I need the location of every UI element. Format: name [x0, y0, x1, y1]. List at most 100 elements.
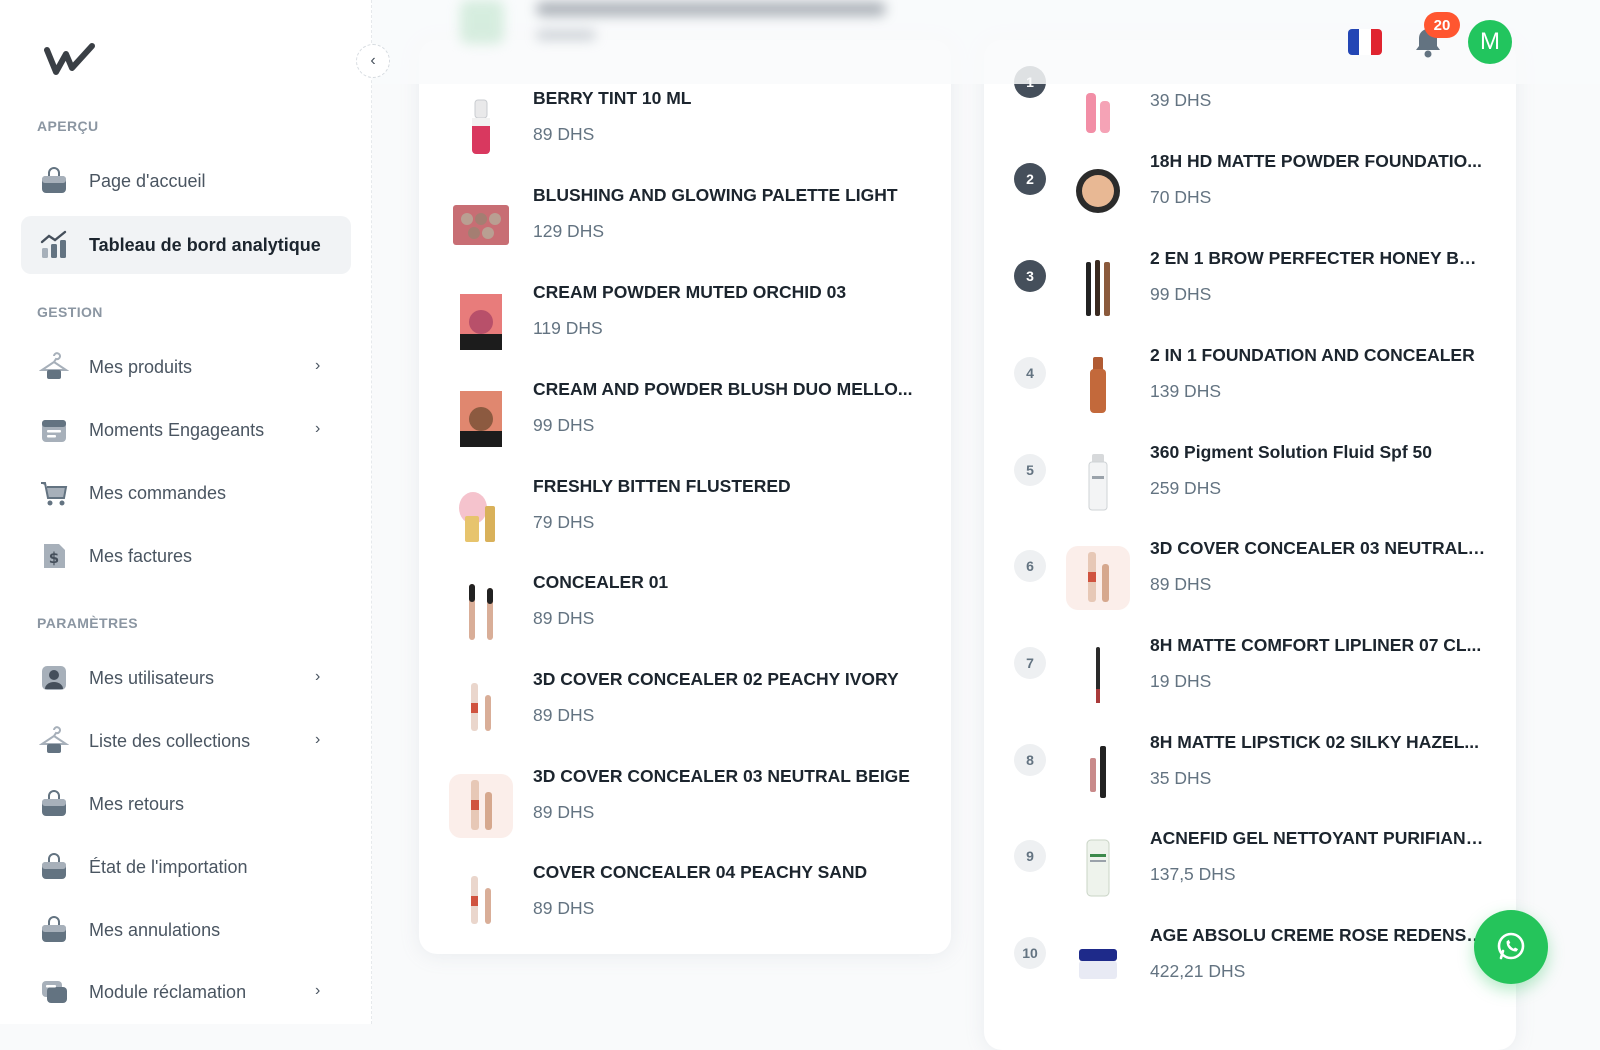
list-item[interactable]: 3D COVER CONCEALER 02 PEACHY IVORY 89 DH… — [449, 669, 919, 759]
chevron-right-icon: › — [315, 982, 321, 999]
product-price: 99 DHS — [533, 415, 595, 435]
sidebar-item-collections[interactable]: Liste des collections › — [21, 712, 351, 770]
invoice-icon: $ — [37, 539, 71, 573]
list-item[interactable]: CONCEALER 01 89 DHS — [449, 572, 919, 662]
sidebar-item-label: État de l'importation — [89, 856, 248, 877]
calendar-icon — [37, 413, 71, 447]
product-name: 18H HD MATTE POWDER FOUNDATIO... — [1150, 151, 1482, 171]
product-price: 139 DHS — [1150, 381, 1222, 401]
rank-badge: 2 — [1014, 163, 1046, 195]
product-thumbnail — [1066, 353, 1130, 417]
notification-count-badge: 20 — [1424, 12, 1460, 38]
product-price: 89 DHS — [533, 124, 595, 144]
section-title-parametres: PARAMÈTRES — [37, 615, 138, 631]
sidebar-item-label: Module réclamation — [89, 981, 247, 1002]
product-name: CREAM AND POWDER BLUSH DUO MELLO... — [533, 379, 913, 399]
list-item[interactable]: 2 IN 1 FOUNDATION AND CONCEALER 139 DHS — [1066, 345, 1486, 435]
rank-badge: 7 — [1014, 647, 1046, 679]
list-item[interactable]: 8H MATTE COMFORT LIPLINER 07 CL... 19 DH… — [1066, 635, 1486, 725]
product-price: 89 DHS — [533, 898, 595, 918]
sidebar-item-returns[interactable]: Mes retours — [21, 775, 351, 833]
sidebar-item-cancellations[interactable]: Mes annulations — [21, 901, 351, 959]
product-price: 19 DHS — [1150, 671, 1212, 691]
chevron-right-icon: › — [315, 357, 321, 374]
list-item[interactable]: ACNEFID GEL NETTOYANT PURIFIANT... 137,5… — [1066, 828, 1486, 918]
product-price: 70 DHS — [1150, 187, 1212, 207]
product-thumbnail — [449, 484, 513, 548]
product-thumbnail — [449, 96, 513, 160]
list-item[interactable]: AGE ABSOLU CREME ROSE REDENSIF... 422,21… — [1066, 925, 1486, 1015]
product-price: 89 DHS — [533, 608, 595, 628]
sidebar-item-import-status[interactable]: État de l'importation — [21, 838, 351, 896]
sidebar-item-label: Mes produits — [89, 356, 193, 377]
list-item[interactable]: BLUSHING AND GLOWING PALETTE LIGHT 129 D… — [449, 185, 919, 275]
sidebar: APERÇU Page d'accueil Tableau de bord an… — [0, 0, 372, 1024]
rank-badge: 9 — [1014, 840, 1046, 872]
rank-badge: 3 — [1014, 260, 1046, 292]
list-item[interactable]: 3D COVER CONCEALER 03 NEUTRAL ... 89 DHS — [1066, 538, 1486, 628]
list-item[interactable]: CREAM POWDER MUTED ORCHID 03 119 DHS — [449, 282, 919, 372]
product-price: 89 DHS — [533, 802, 595, 822]
product-thumbnail — [449, 677, 513, 741]
list-item[interactable]: 3D COVER CONCEALER 03 NEUTRAL BEIGE 89 D… — [449, 766, 919, 856]
product-thumbnail — [1066, 643, 1130, 707]
product-price: 89 DHS — [533, 705, 595, 725]
product-thumbnail — [449, 580, 513, 644]
product-price: 79 DHS — [533, 512, 595, 532]
product-name: 8H MATTE COMFORT LIPLINER 07 CL... — [1150, 635, 1482, 655]
list-item[interactable]: BERRY TINT 10 ML 89 DHS — [449, 88, 919, 178]
brand-logo-icon[interactable] — [44, 38, 96, 78]
sidebar-item-users[interactable]: Mes utilisateurs › — [21, 649, 351, 707]
sidebar-item-label: Tableau de bord analytique — [89, 234, 321, 255]
product-price: 422,21 DHS — [1150, 961, 1246, 981]
whatsapp-chat-button[interactable] — [1474, 910, 1548, 984]
section-title-gestion: GESTION — [37, 304, 103, 320]
sidebar-item-home[interactable]: Page d'accueil — [21, 152, 351, 210]
list-item[interactable]: 360 Pigment Solution Fluid Spf 50 259 DH… — [1066, 442, 1486, 532]
sidebar-item-invoices[interactable]: $ Mes factures — [21, 527, 351, 585]
sidebar-item-label: Mes utilisateurs — [89, 667, 215, 688]
product-thumbnail — [449, 774, 513, 838]
rank-badge: 4 — [1014, 357, 1046, 389]
svg-text:$: $ — [49, 549, 59, 567]
product-thumbnail — [1066, 159, 1130, 223]
sidebar-item-engaging-moments[interactable]: Moments Engageants › — [21, 401, 351, 459]
product-price: 35 DHS — [1150, 768, 1212, 788]
user-icon — [37, 661, 71, 695]
collapse-sidebar-button[interactable]: ‹ — [356, 44, 390, 78]
sidebar-item-analytics[interactable]: Tableau de bord analytique — [21, 216, 351, 274]
product-thumbnail — [449, 193, 513, 257]
chevron-right-icon: › — [315, 420, 321, 437]
sidebar-item-label: Page d'accueil — [89, 170, 206, 191]
sidebar-item-label: Mes commandes — [89, 482, 227, 503]
sidebar-item-orders[interactable]: Mes commandes — [21, 464, 351, 522]
sidebar-item-products[interactable]: Mes produits › — [21, 338, 351, 396]
list-item[interactable]: 8H MATTE LIPSTICK 02 SILKY HAZEL... 35 D… — [1066, 732, 1486, 822]
product-price: 89 DHS — [1150, 574, 1212, 594]
product-name: 3D COVER CONCEALER 02 PEACHY IVORY — [533, 669, 899, 689]
product-price: 119 DHS — [533, 318, 603, 338]
product-thumbnail — [1066, 80, 1130, 144]
avatar[interactable]: M — [1468, 20, 1512, 64]
scrolled-content-blur — [460, 0, 900, 50]
product-thumbnail — [1066, 933, 1130, 997]
bag-icon — [37, 787, 71, 821]
rank-badge: 8 — [1014, 744, 1046, 776]
product-name: 8H MATTE LIPSTICK 02 SILKY HAZEL... — [1150, 732, 1479, 752]
product-name: CONCEALER 01 — [533, 572, 669, 592]
chat-icon — [37, 975, 71, 1009]
list-item[interactable]: FRESHLY BITTEN FLUSTERED 79 DHS — [449, 476, 919, 566]
product-thumbnail — [1066, 836, 1130, 900]
sidebar-item-complaints[interactable]: Module réclamation › — [21, 963, 351, 1021]
list-item[interactable]: 2 EN 1 BROW PERFECTER HONEY BRO... 99 DH… — [1066, 248, 1486, 338]
list-item[interactable]: COVER CONCEALER 04 PEACHY SAND 89 DHS — [449, 862, 919, 952]
france-flag-icon[interactable] — [1348, 29, 1382, 55]
list-item[interactable]: 18H HD MATTE POWDER FOUNDATIO... 70 DHS — [1066, 151, 1486, 241]
product-thumbnail — [1066, 546, 1130, 610]
product-price: 99 DHS — [1150, 284, 1212, 304]
sidebar-item-label: Mes annulations — [89, 919, 221, 940]
product-name: 3D COVER CONCEALER 03 NEUTRAL ... — [1150, 538, 1486, 558]
list-item[interactable]: CREAM AND POWDER BLUSH DUO MELLO... 99 D… — [449, 379, 919, 469]
analytics-icon — [37, 228, 71, 262]
product-name: FRESHLY BITTEN FLUSTERED — [533, 476, 791, 496]
